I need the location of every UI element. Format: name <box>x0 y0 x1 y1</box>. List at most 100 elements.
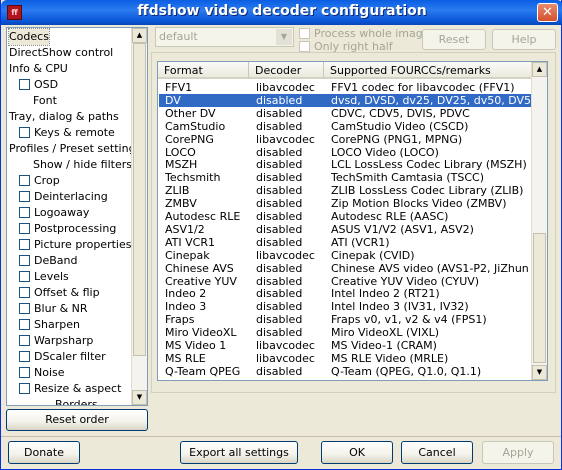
cell-decoder[interactable]: libavcodec <box>256 339 328 352</box>
apply-button[interactable]: Apply <box>482 441 554 464</box>
table-row[interactable]: MS RLE libavcodec MS RLE Video (MRLE) <box>159 352 532 365</box>
table-row[interactable]: Miro VideoXL disabled Miro VideoXL (VIXL) <box>159 326 532 339</box>
process-whole-image-checkbox[interactable]: Process whole image <box>299 27 430 40</box>
table-row[interactable]: ZMBV disabled Zip Motion Blocks Video (ZMB… <box>159 197 532 210</box>
help-button[interactable]: Help <box>492 29 556 50</box>
tree-item-checkbox[interactable] <box>19 223 30 234</box>
table-row[interactable]: LOCO disabled LOCO Video (LOCO) <box>159 146 532 159</box>
tree-item-checkbox[interactable] <box>19 319 30 330</box>
table-row[interactable]: Fraps disabled Fraps v0, v1, v2 & v4 (FPS1… <box>159 313 532 326</box>
table-row[interactable]: Techsmith disabled TechSmith Camtasia (TSC… <box>159 171 532 184</box>
tree-item[interactable]: Info & CPU <box>9 61 68 77</box>
tree-item-checkbox[interactable] <box>19 335 30 346</box>
checkbox-box[interactable] <box>299 28 310 39</box>
tree-item[interactable]: OSD <box>19 77 58 93</box>
reset-button[interactable]: Reset <box>422 29 486 50</box>
cell-decoder[interactable]: disabled <box>256 287 328 300</box>
tree-item[interactable]: Warpsharp <box>19 333 93 349</box>
tree-item[interactable]: DeBand <box>19 253 77 269</box>
tree-item-checkbox[interactable] <box>19 351 30 362</box>
cell-decoder[interactable]: disabled <box>256 365 328 378</box>
tree-item[interactable]: Crop <box>19 173 60 189</box>
preset-select[interactable]: default ▼ <box>155 27 294 47</box>
table-row[interactable]: Q-Team QPEG disabled Q-Team (QPEG, Q1.0, Q… <box>159 365 532 378</box>
tree-item[interactable]: Levels <box>19 269 69 285</box>
chevron-down-icon[interactable]: ▼ <box>276 29 292 45</box>
tree-item[interactable]: Show / hide filters <box>33 157 132 173</box>
checkbox-box[interactable] <box>299 41 310 52</box>
cell-decoder[interactable]: disabled <box>256 300 328 313</box>
ok-button[interactable]: OK <box>321 441 393 464</box>
cell-decoder[interactable]: libavcodec <box>256 133 328 146</box>
table-row[interactable]: FFV1 libavcodec FFV1 codec for libavcodec … <box>159 81 532 94</box>
tree-item-checkbox[interactable] <box>19 383 30 394</box>
cell-decoder[interactable]: disabled <box>256 275 328 288</box>
list-scroll-thumb[interactable] <box>533 233 546 363</box>
tree-item-checkbox[interactable] <box>19 303 30 314</box>
table-row[interactable]: Other DV disabled CDVC, CDV5, DVIS, PDVC <box>159 107 532 120</box>
table-row[interactable]: ASV1/2 disabled ASUS V1/V2 (ASV1, ASV2) <box>159 223 532 236</box>
cell-decoder[interactable]: disabled <box>256 313 328 326</box>
tree-item-checkbox[interactable] <box>19 239 30 250</box>
cell-decoder[interactable]: disabled <box>256 223 328 236</box>
table-row[interactable]: DV disabled dvsd, DVSD, dv25, DV25, dv50, … <box>159 93 532 107</box>
export-all-settings-button[interactable]: Export all settings <box>180 441 298 464</box>
tree-item[interactable]: DScaler filter <box>19 349 106 365</box>
tree-item[interactable]: Resize & aspect <box>19 381 121 397</box>
tree-item-checkbox[interactable] <box>19 271 30 282</box>
tree-item[interactable]: Blur & NR <box>19 301 88 317</box>
tree-item[interactable]: Offset & flip <box>19 285 100 301</box>
cell-decoder[interactable]: disabled <box>256 94 328 107</box>
table-row[interactable]: Cinepak libavcodec Cinepak (CVID) <box>159 249 532 262</box>
table-row[interactable]: MS Video 1 libavcodec MS Video-1 (CRAM) <box>159 339 532 352</box>
tree-scroll-up-button[interactable]: ▲ <box>132 28 147 43</box>
tree-item[interactable]: Borders <box>55 397 98 405</box>
cell-decoder[interactable]: libavcodec <box>256 249 328 262</box>
tree-item[interactable]: DirectShow control <box>9 45 113 61</box>
cell-decoder[interactable]: libavcodec <box>256 81 328 94</box>
cell-decoder[interactable]: disabled <box>256 197 328 210</box>
table-row[interactable]: MSZH disabled LCL LossLess Codec Library (… <box>159 158 532 171</box>
tree-item[interactable]: Noise <box>19 365 65 381</box>
reset-order-button[interactable]: Reset order <box>6 409 148 431</box>
column-header-decoder[interactable]: Decoder <box>249 62 324 79</box>
tree-item[interactable]: Codecs <box>8 28 50 46</box>
tree-item-checkbox[interactable] <box>19 175 30 186</box>
title-bar[interactable]: ff ffdshow video decoder configuration ✕ <box>1 0 562 25</box>
tree-item[interactable]: Tray, dialog & paths <box>9 109 119 125</box>
table-row[interactable]: ZLIB disabled ZLIB LossLess Codec Library … <box>159 184 532 197</box>
tree-item[interactable]: Sharpen <box>19 317 80 333</box>
list-scrollbar[interactable]: ▲ ▼ <box>531 62 547 380</box>
table-row[interactable]: Creative YUV disabled Creative YUV Video (… <box>159 275 532 288</box>
column-header-format[interactable]: Format <box>158 62 249 79</box>
tree-scroll-thumb[interactable] <box>133 43 146 356</box>
tree-item[interactable]: Keys & remote <box>19 125 115 141</box>
tree-item-checkbox[interactable] <box>19 79 30 90</box>
cell-decoder[interactable]: disabled <box>256 146 328 159</box>
cancel-button[interactable]: Cancel <box>401 441 473 464</box>
table-row[interactable]: Indeo 2 disabled Intel Indeo 2 (RT21) <box>159 287 532 300</box>
tree-scrollbar[interactable]: ▲ ▼ <box>131 28 147 405</box>
tree-item-checkbox[interactable] <box>19 255 30 266</box>
tree-item[interactable]: Deinterlacing <box>19 189 108 205</box>
tree-item-checkbox[interactable] <box>19 127 30 138</box>
tree-item[interactable]: Postprocessing <box>19 221 116 237</box>
column-header-fourccs[interactable]: Supported FOURCCs/remarks <box>324 62 532 79</box>
table-row[interactable]: CamStudio disabled CamStudio Video (CSCD) <box>159 120 532 133</box>
table-row[interactable]: Chinese AVS disabled Chinese AVS video (AV… <box>159 262 532 275</box>
donate-button[interactable]: Donate <box>8 441 80 464</box>
cell-decoder[interactable]: disabled <box>256 236 328 249</box>
cell-decoder[interactable]: libavcodec <box>256 352 328 365</box>
tree-scroll-down-button[interactable]: ▼ <box>132 390 147 405</box>
cell-decoder[interactable]: disabled <box>256 210 328 223</box>
cell-decoder[interactable]: disabled <box>256 184 328 197</box>
tree-item[interactable]: Picture properties <box>19 237 131 253</box>
cell-decoder[interactable]: disabled <box>256 326 328 339</box>
tree-item[interactable]: Font <box>33 93 57 109</box>
cell-decoder[interactable]: disabled <box>256 120 328 133</box>
tree-item-checkbox[interactable] <box>19 207 30 218</box>
table-row[interactable]: Autodesc RLE disabled Autodesc RLE (AASC) <box>159 210 532 223</box>
table-row[interactable]: CorePNG libavcodec CorePNG (PNG1, MPNG) <box>159 133 532 146</box>
table-row[interactable]: Indeo 3 disabled Intel Indeo 3 (IV31, IV32… <box>159 300 532 313</box>
close-button[interactable]: ✕ <box>537 3 558 22</box>
